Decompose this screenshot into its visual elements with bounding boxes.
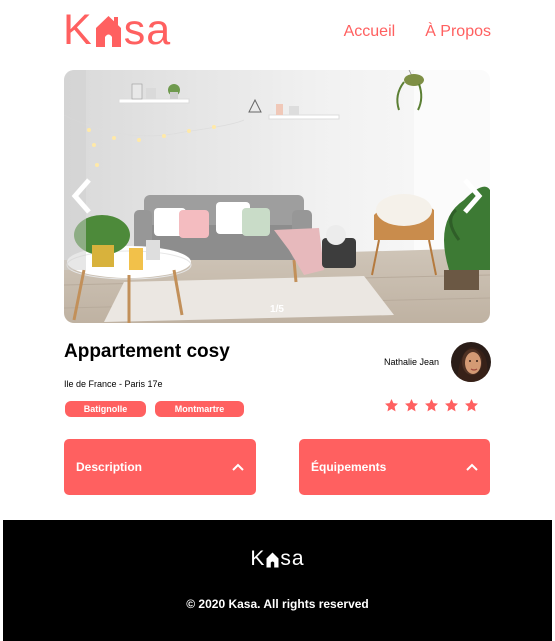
tag-list: Batignolle Montmartre — [65, 401, 244, 417]
chevron-up-icon — [466, 463, 478, 471]
previous-slide-arrow[interactable] — [70, 178, 94, 214]
house-icon — [95, 16, 121, 47]
slide-counter: 1/5 — [270, 304, 284, 315]
apartment-photo — [64, 70, 490, 323]
listing-location: Ile de France - Paris 17e — [64, 379, 163, 389]
listing-title: Appartement cosy — [64, 341, 230, 362]
star-icon — [465, 398, 478, 412]
kasa-logo[interactable]: K sa — [63, 8, 171, 52]
rating-stars — [384, 398, 479, 413]
description-collapse-label: Description — [76, 460, 143, 474]
tag-montmartre: Montmartre — [155, 401, 244, 417]
header: K sa Accueil À Propos — [0, 0, 555, 70]
host-info: Nathalie Jean — [384, 342, 491, 382]
chevron-up-icon — [232, 463, 244, 471]
nav-link-home[interactable]: Accueil — [344, 23, 396, 41]
footer: K sa © 2020 Kasa. All rights reserved — [3, 520, 552, 641]
star-icon — [445, 398, 458, 412]
star-icon — [385, 398, 398, 412]
tag-batignolle: Batignolle — [65, 401, 146, 417]
footer-logo-letter-k: K — [250, 547, 266, 570]
host-avatar — [451, 342, 491, 382]
slideshow: 1/5 — [64, 70, 490, 323]
nav-link-about[interactable]: À Propos — [425, 23, 491, 41]
star-icon — [405, 398, 418, 412]
equipment-collapse[interactable]: Équipements — [299, 439, 490, 495]
main-nav: Accueil À Propos — [344, 23, 491, 41]
description-collapse[interactable]: Description — [64, 439, 256, 495]
copyright-text: © 2020 Kasa. All rights reserved — [186, 597, 369, 611]
logo-letter-k: K — [63, 6, 93, 54]
logo-letters-sa: sa — [123, 6, 172, 54]
equipment-collapse-label: Équipements — [311, 460, 387, 474]
footer-logo: K sa — [3, 548, 552, 570]
host-name: Nathalie Jean — [383, 357, 439, 367]
footer-logo-letters-sa: sa — [280, 547, 305, 570]
star-icon — [425, 398, 438, 412]
house-icon — [266, 552, 279, 568]
next-slide-arrow[interactable] — [460, 178, 484, 214]
